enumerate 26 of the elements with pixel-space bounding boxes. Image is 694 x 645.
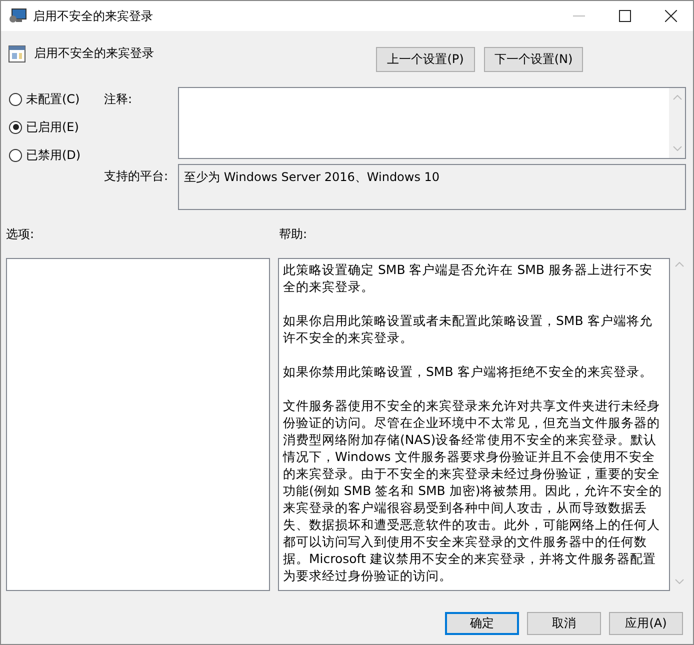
comment-label: 注释:: [104, 91, 134, 108]
policy-title: 启用不安全的来宾登录: [34, 45, 154, 62]
radio-label[interactable]: 未配置(C): [26, 90, 80, 108]
dialog-button[interactable]: 应用(A): [609, 612, 683, 635]
dialog-button[interactable]: 确定: [445, 612, 519, 635]
help-paragraph: 此策略设置确定 SMB 客户端是否允许在 SMB 服务器上进行不安全的来宾登录。: [283, 261, 654, 295]
window-title: 启用不安全的来宾登录: [33, 8, 153, 24]
radio-button[interactable]: [9, 120, 22, 134]
platform-label: 支持的平台:: [104, 168, 170, 185]
options-label: 选项:: [6, 226, 36, 243]
radio-button[interactable]: [9, 92, 22, 106]
help-paragraph: 如果你禁用此策略设置，SMB 客户端将拒绝不安全的来宾登录。: [283, 363, 654, 380]
platform-field: 至少为 Windows Server 2016、Windows 10: [178, 164, 686, 210]
nav-button[interactable]: 下一个设置(N): [484, 47, 583, 72]
policy-icon: [8, 45, 26, 63]
help-paragraph: 文件服务器使用不安全的来宾登录来允许对共享文件夹进行未经身份验证的访问。尽管在企业环境中不太常见，但充当文件服务器的消费型网络附加存储(NAS)设备经常使用不安全的来宾登录。默认情况下，Windows 文件服务器要求身份验证并且不会使用不安全的来宾登录。由于不安全的来宾登录未经过身份验证，重要的安全功能(例如 SMB 签名和 SMB 加密)将被禁用。因此，允许不安全的来宾登录的客户端很容易受到各种中间人攻击，从而导致数据丢失、数据损坏和遭受恶意软件的攻击。此外，可能网络上的任何人都可以访问写入到使用不安全来宾登录的文件服务器中的任何数据。Microsoft 建议禁用不安全的来宾登录，并将文件服务器配置为要求经过身份验证的访问。: [283, 397, 664, 584]
radio-label[interactable]: 已禁用(D): [26, 146, 81, 164]
dialog-button[interactable]: 取消: [527, 612, 601, 635]
help-paragraph: 如果你启用此策略设置或者未配置此策略设置，SMB 客户端将允许不安全的来宾登录。: [283, 312, 654, 346]
maximize-icon[interactable]: [619, 10, 631, 22]
close-icon[interactable]: [665, 10, 677, 22]
computer-icon: [9, 8, 27, 24]
radio-button[interactable]: [9, 148, 22, 162]
radio-label[interactable]: 已启用(E): [26, 118, 79, 136]
nav-button[interactable]: 上一个设置(P): [376, 47, 475, 72]
help-label: 帮助:: [279, 226, 308, 243]
